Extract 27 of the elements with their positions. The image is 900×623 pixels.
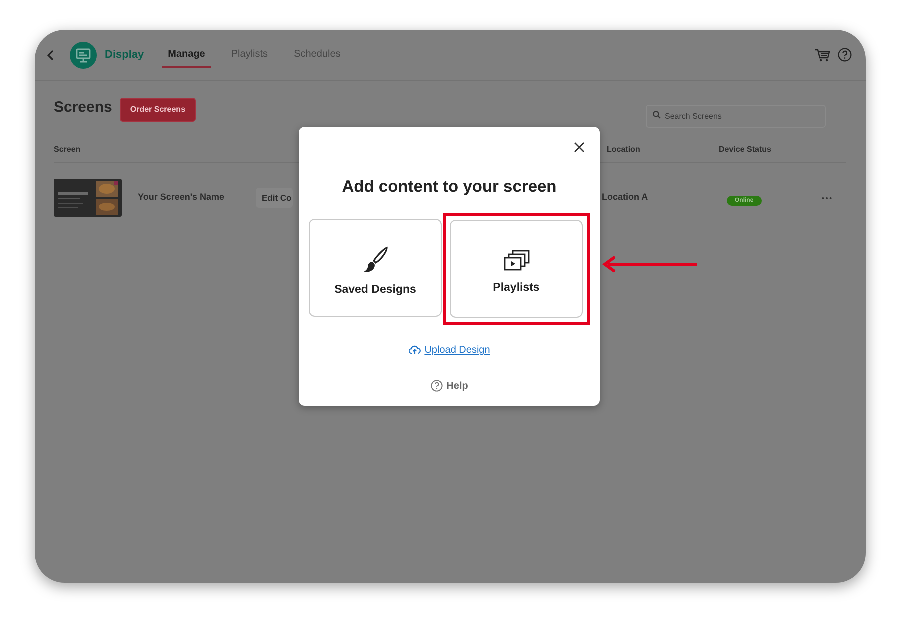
order-screens-button[interactable]: Order Screens (120, 98, 196, 122)
help-icon[interactable] (838, 48, 852, 62)
stacked-video-icon (504, 250, 530, 272)
modal-title: Add content to your screen (342, 177, 557, 198)
cart-icon[interactable] (815, 48, 830, 62)
close-icon[interactable] (574, 142, 585, 153)
app-name: Display (105, 48, 144, 63)
more-options-icon[interactable] (822, 196, 832, 200)
column-header: Screen (54, 144, 81, 156)
search-field[interactable]: Search Screens (646, 105, 826, 128)
page-title: Screens (54, 98, 112, 118)
content-option-card[interactable]: Playlists (450, 220, 583, 318)
nav-tab[interactable]: Manage (162, 42, 212, 68)
edit-content-button[interactable]: Edit Co (256, 188, 293, 208)
location-text: Location A (602, 191, 650, 204)
cloud-upload-icon (408, 345, 421, 356)
monitor-logo-icon (70, 42, 97, 68)
help-link[interactable]: Help (446, 378, 468, 394)
paintbrush-icon (362, 246, 388, 274)
search-icon (653, 111, 661, 119)
content-option-card[interactable]: Saved Designs (309, 218, 442, 317)
upload-design-link[interactable]: Upload Design (424, 342, 490, 358)
screen-name: Your Screen's Name (138, 191, 226, 204)
column-header: Device Status (719, 144, 772, 156)
back-icon[interactable] (47, 50, 54, 60)
help-icon (430, 380, 443, 392)
column-header: Location (606, 144, 640, 156)
